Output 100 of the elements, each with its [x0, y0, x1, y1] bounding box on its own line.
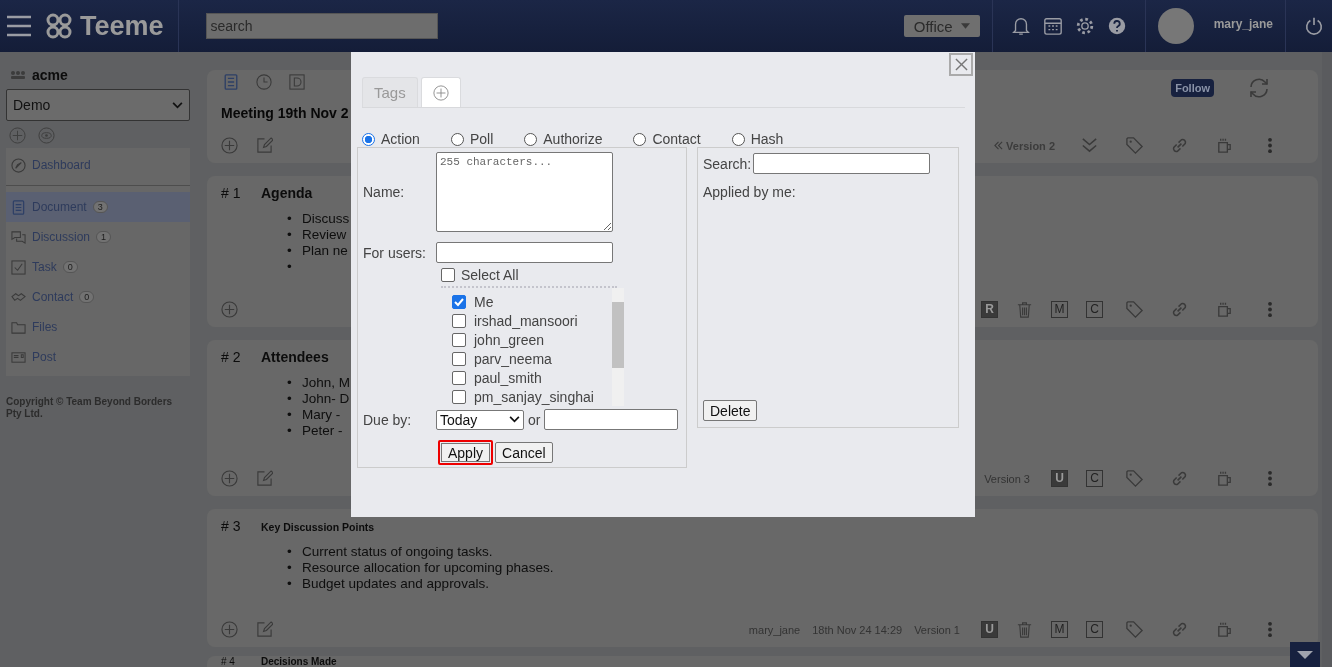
double-chevron-down-icon[interactable] — [1080, 136, 1099, 155]
scroll-down-button[interactable] — [1290, 642, 1320, 667]
link-icon[interactable] — [1170, 469, 1189, 488]
letter-icon[interactable]: M — [1051, 301, 1068, 318]
workspace-dropdown[interactable]: Office — [903, 15, 980, 37]
help-icon[interactable] — [1106, 16, 1127, 36]
letter-icon[interactable]: U — [981, 621, 998, 638]
field-label: Search: — [703, 155, 752, 172]
eye-icon[interactable] — [38, 127, 55, 144]
clock-icon[interactable] — [256, 74, 272, 90]
apply-button[interactable]: Apply — [438, 440, 494, 465]
tag-icon[interactable] — [1125, 300, 1144, 319]
type-radio[interactable]: Poll — [450, 131, 494, 147]
field-label: Name: — [363, 184, 406, 200]
cancel-button[interactable]: Cancel — [495, 442, 553, 463]
add-icon — [432, 84, 449, 101]
avatar[interactable] — [1157, 8, 1194, 44]
select-all-checkbox[interactable]: Select All — [441, 267, 617, 288]
count-badge: 3 — [92, 201, 108, 213]
user-option[interactable]: john_green — [452, 330, 613, 349]
chevron-icon — [172, 101, 183, 109]
edit-icon[interactable] — [256, 621, 273, 638]
user-option[interactable]: parv_neema — [452, 349, 613, 368]
count-badge: 0 — [79, 291, 95, 303]
more-icon[interactable] — [1267, 300, 1273, 319]
tag-icon[interactable] — [1125, 469, 1144, 488]
delete-button[interactable]: Delete — [703, 400, 758, 421]
tag-icon[interactable] — [1125, 620, 1144, 639]
edit-icon[interactable] — [256, 470, 273, 487]
letter-d-icon[interactable] — [289, 74, 305, 90]
user-option[interactable]: pm_sanjay_singhai — [452, 387, 613, 406]
trash-icon[interactable] — [1015, 300, 1034, 319]
section-title: Attendees — [261, 349, 329, 365]
refresh-icon[interactable] — [1247, 76, 1271, 100]
bullet-text: Plan ne — [302, 243, 348, 259]
letter-icon[interactable]: C — [1086, 621, 1103, 638]
section-number: # 2 — [221, 349, 242, 365]
type-radio[interactable]: Contact — [633, 131, 701, 147]
mug-icon[interactable] — [1215, 300, 1234, 319]
search-field[interactable]: search — [205, 13, 438, 39]
link-icon[interactable] — [1170, 300, 1189, 319]
edit-icon[interactable] — [256, 137, 273, 154]
nav-item[interactable]: Task 0 — [6, 252, 190, 282]
bell-icon[interactable] — [1010, 16, 1031, 36]
link-icon[interactable] — [1170, 136, 1189, 155]
brand-name: Teeme — [80, 10, 164, 42]
document-icon[interactable] — [223, 74, 239, 90]
letter-icon[interactable]: C — [1086, 470, 1103, 487]
more-icon[interactable] — [1267, 136, 1273, 155]
tags-tab[interactable]: Tags — [362, 77, 418, 107]
checkbox-icon — [11, 259, 26, 275]
add-icon[interactable] — [221, 470, 238, 487]
mug-icon[interactable] — [1215, 620, 1234, 639]
menu-icon[interactable] — [6, 15, 32, 37]
follow-button[interactable]: Follow — [1171, 79, 1214, 97]
letter-icon[interactable]: M — [1051, 621, 1068, 638]
add-icon[interactable] — [9, 127, 26, 144]
type-radio[interactable]: Authorize — [524, 131, 603, 147]
section-number: # 3 — [221, 518, 242, 534]
user-option[interactable]: paul_smith — [452, 368, 613, 387]
user-name[interactable]: mary_jane — [1213, 17, 1273, 31]
letter-icon[interactable]: C — [1086, 301, 1103, 318]
add-icon[interactable] — [221, 621, 238, 638]
add-tab[interactable] — [420, 77, 461, 107]
user-option[interactable]: Me — [452, 292, 613, 311]
name-field[interactable]: 255 characters... — [436, 152, 613, 232]
field-label: For users: — [363, 244, 427, 261]
close-button[interactable] — [949, 53, 973, 76]
nav-item[interactable]: Contact 0 — [6, 282, 190, 312]
type-radio[interactable]: Hash — [731, 131, 784, 147]
type-radio[interactable]: Action — [362, 131, 420, 147]
mug-icon[interactable] — [1215, 136, 1234, 155]
power-icon[interactable] — [1304, 16, 1324, 36]
tag-icon[interactable] — [1125, 136, 1144, 155]
due-select[interactable]: Today — [436, 409, 524, 430]
letter-icon[interactable]: R — [981, 301, 998, 318]
user-option[interactable]: irshad_mansoori — [452, 311, 613, 330]
bullet-text: Budget updates and approvals. — [302, 576, 489, 592]
date-field[interactable] — [544, 409, 679, 430]
trash-icon[interactable] — [1015, 620, 1034, 639]
bullet-marker: • — [287, 243, 293, 259]
close-icon — [954, 58, 968, 71]
calendar-icon[interactable] — [1042, 16, 1063, 36]
list-scrollbar[interactable] — [612, 288, 624, 406]
users-field[interactable] — [436, 242, 613, 263]
add-icon[interactable] — [221, 301, 238, 318]
letter-icon[interactable]: U — [1051, 470, 1068, 487]
tag-search-field[interactable] — [753, 153, 931, 174]
more-icon[interactable] — [1267, 620, 1273, 639]
link-icon[interactable] — [1170, 620, 1189, 639]
nav-item[interactable]: Discussion 1 — [6, 222, 190, 252]
add-icon[interactable] — [221, 137, 238, 154]
bullet-marker: • — [287, 423, 293, 439]
settings-icon[interactable] — [1074, 16, 1095, 36]
count-badge: 0 — [62, 261, 78, 273]
scrollbar[interactable] — [1322, 52, 1332, 667]
bullet-text: Mary - — [302, 407, 341, 423]
more-icon[interactable] — [1267, 469, 1273, 488]
space-select[interactable]: Demo — [6, 89, 190, 121]
mug-icon[interactable] — [1215, 469, 1234, 488]
